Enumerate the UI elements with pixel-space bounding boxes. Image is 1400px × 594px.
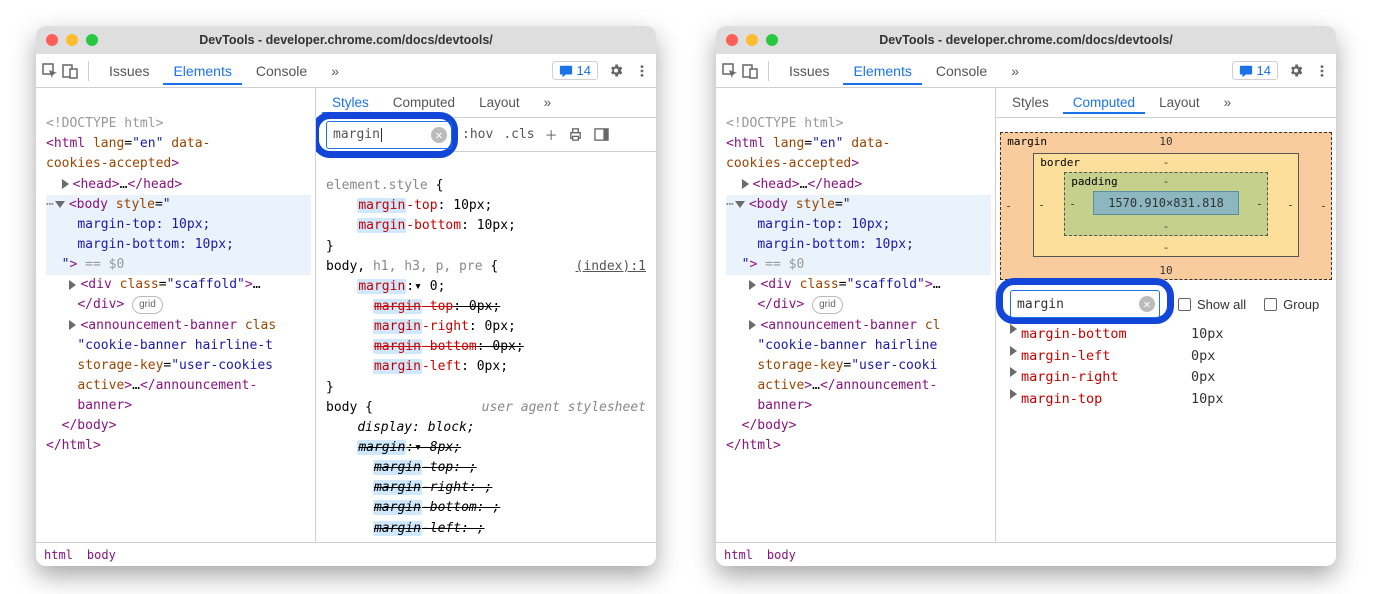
subtab-more-icon[interactable]: » bbox=[534, 91, 562, 114]
grid-badge[interactable]: grid bbox=[812, 296, 843, 314]
messages-count: 14 bbox=[1257, 63, 1271, 78]
close-icon[interactable] bbox=[726, 34, 738, 46]
titlebar: DevTools - developer.chrome.com/docs/dev… bbox=[36, 26, 656, 54]
devtools-window-computed: DevTools - developer.chrome.com/docs/dev… bbox=[716, 26, 1336, 566]
clear-icon[interactable]: ✕ bbox=[1139, 296, 1155, 312]
subtab-styles[interactable]: Styles bbox=[1002, 91, 1059, 114]
filter-value: margin bbox=[1017, 297, 1064, 312]
new-rule-icon[interactable]: ＋ bbox=[545, 125, 558, 144]
show-all-checkbox[interactable]: Show all bbox=[1178, 297, 1246, 312]
subtab-layout[interactable]: Layout bbox=[1149, 91, 1210, 114]
print-icon[interactable] bbox=[568, 127, 584, 143]
inspect-icon[interactable] bbox=[722, 63, 738, 79]
tab-more-icon[interactable]: » bbox=[321, 57, 349, 85]
breadcrumb[interactable]: html body bbox=[716, 542, 1336, 566]
titlebar: DevTools - developer.chrome.com/docs/dev… bbox=[716, 26, 1336, 54]
subtab-computed[interactable]: Computed bbox=[383, 91, 465, 114]
zoom-icon[interactable] bbox=[766, 34, 778, 46]
computed-row: margin-top10px bbox=[1010, 389, 1322, 411]
inspect-icon[interactable] bbox=[42, 63, 58, 79]
crumb-html[interactable]: html bbox=[44, 548, 73, 562]
box-model-content: 1570.910×831.818 bbox=[1093, 191, 1239, 215]
crumb-html[interactable]: html bbox=[724, 548, 753, 562]
breadcrumb[interactable]: html body bbox=[36, 542, 656, 566]
filter-value: margin bbox=[333, 127, 380, 142]
tab-issues[interactable]: Issues bbox=[99, 57, 159, 85]
minimize-icon[interactable] bbox=[746, 34, 758, 46]
tab-issues[interactable]: Issues bbox=[779, 57, 839, 85]
messages-count: 14 bbox=[577, 63, 591, 78]
dom-tree[interactable]: <!DOCTYPE html> <html lang="en" data- co… bbox=[716, 88, 996, 542]
subtab-computed[interactable]: Computed bbox=[1063, 91, 1145, 114]
zoom-icon[interactable] bbox=[86, 34, 98, 46]
window-title: DevTools - developer.chrome.com/docs/dev… bbox=[199, 33, 493, 47]
hov-toggle[interactable]: :hov bbox=[462, 127, 493, 142]
computed-property-list[interactable]: margin-bottom10px margin-left0px margin-… bbox=[996, 324, 1336, 418]
tab-console[interactable]: Console bbox=[246, 57, 317, 85]
computed-row: margin-right0px bbox=[1010, 367, 1322, 389]
gear-icon[interactable] bbox=[1288, 63, 1304, 79]
rule-source[interactable]: (index):1 bbox=[576, 257, 646, 277]
crumb-body[interactable]: body bbox=[87, 548, 116, 562]
dom-tree[interactable]: <!DOCTYPE html> <html lang="en" data- co… bbox=[36, 88, 316, 542]
tab-console[interactable]: Console bbox=[926, 57, 997, 85]
tab-more-icon[interactable]: » bbox=[1001, 57, 1029, 85]
group-checkbox[interactable]: Group bbox=[1264, 297, 1319, 312]
devtools-window-styles: DevTools - developer.chrome.com/docs/dev… bbox=[36, 26, 656, 566]
computed-filter-input[interactable]: margin ✕ bbox=[1010, 290, 1160, 318]
tab-elements[interactable]: Elements bbox=[163, 57, 241, 85]
device-icon[interactable] bbox=[742, 63, 758, 79]
subtab-more-icon[interactable]: » bbox=[1214, 91, 1242, 114]
gear-icon[interactable] bbox=[608, 63, 624, 79]
main-toolbar: Issues Elements Console » 14 bbox=[36, 54, 656, 88]
kebab-icon[interactable] bbox=[634, 63, 650, 79]
panel-toggle-icon[interactable] bbox=[594, 127, 610, 143]
tab-elements[interactable]: Elements bbox=[843, 57, 921, 85]
subtab-layout[interactable]: Layout bbox=[469, 91, 530, 114]
main-toolbar: Issues Elements Console » 14 bbox=[716, 54, 1336, 88]
user-agent-label: user agent stylesheet bbox=[482, 398, 646, 418]
messages-pill[interactable]: 14 bbox=[1232, 61, 1278, 80]
computed-row: margin-left0px bbox=[1010, 346, 1322, 368]
subtab-styles[interactable]: Styles bbox=[322, 91, 379, 114]
computed-row: margin-bottom10px bbox=[1010, 324, 1322, 346]
grid-badge[interactable]: grid bbox=[132, 296, 163, 314]
styles-rules[interactable]: element.style { margin-top: 10px; margin… bbox=[316, 152, 656, 542]
cls-toggle[interactable]: .cls bbox=[503, 127, 534, 142]
clear-icon[interactable]: ✕ bbox=[431, 127, 447, 143]
minimize-icon[interactable] bbox=[66, 34, 78, 46]
messages-pill[interactable]: 14 bbox=[552, 61, 598, 80]
window-title: DevTools - developer.chrome.com/docs/dev… bbox=[879, 33, 1173, 47]
kebab-icon[interactable] bbox=[1314, 63, 1330, 79]
dom-doctype: <!DOCTYPE html> bbox=[46, 116, 163, 131]
styles-filter-input[interactable]: margin ✕ bbox=[326, 121, 452, 149]
device-icon[interactable] bbox=[62, 63, 78, 79]
close-icon[interactable] bbox=[46, 34, 58, 46]
box-model[interactable]: margin 10 10 - - border - - - - paddin bbox=[996, 118, 1336, 286]
crumb-body[interactable]: body bbox=[767, 548, 796, 562]
